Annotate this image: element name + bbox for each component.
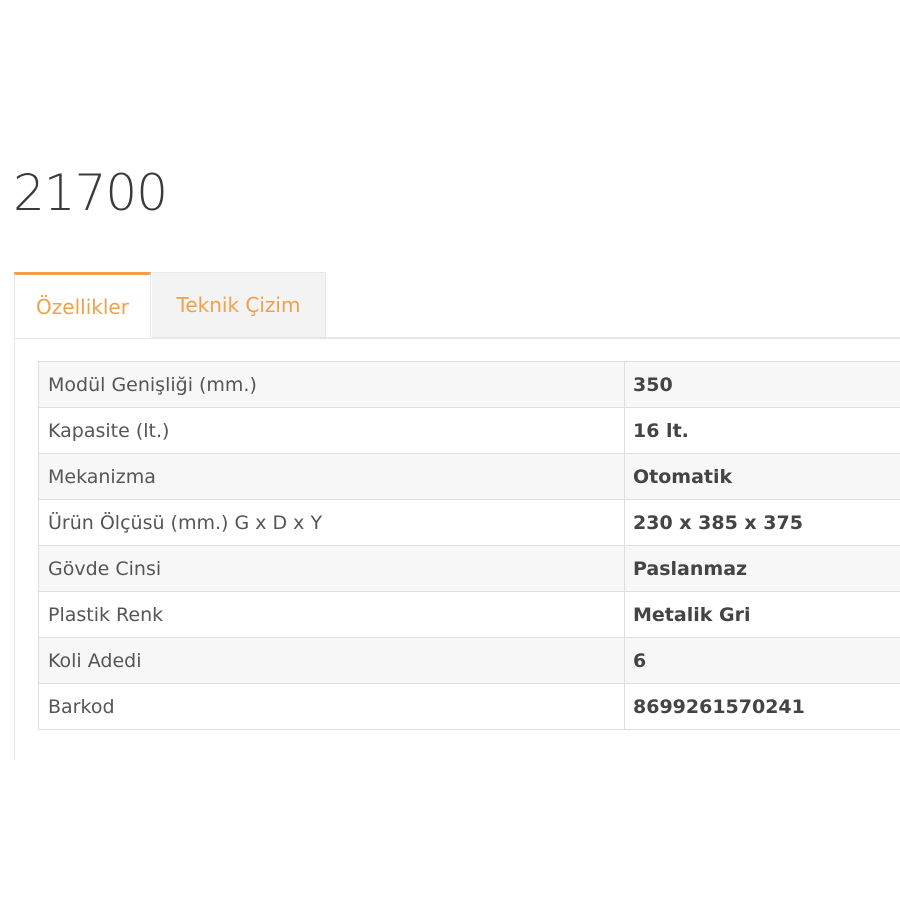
tab-bar: Özellikler Teknik Çizim (14, 272, 326, 338)
spec-label: Kapasite (lt.) (38, 407, 625, 454)
spec-label: Mekanizma (38, 453, 625, 500)
spec-label: Barkod (38, 683, 625, 730)
spec-value: 6 (624, 637, 900, 684)
table-row: Plastik Renk Metalik Gri (38, 591, 900, 638)
spec-value: 230 x 385 x 375 (624, 499, 900, 546)
spec-value: Metalik Gri (624, 591, 900, 638)
product-page: 21700 Özellikler Teknik Çizim Modül Geni… (0, 0, 900, 900)
tab-teknik-cizim[interactable]: Teknik Çizim (152, 272, 326, 338)
spec-label: Modül Genişliği (mm.) (38, 361, 625, 408)
spec-value: 350 (624, 361, 900, 408)
spec-table: Modül Genişliği (mm.) 350 Kapasite (lt.)… (38, 361, 900, 730)
table-row: Ürün Ölçüsü (mm.) G x D x Y 230 x 385 x … (38, 499, 900, 546)
spec-label: Ürün Ölçüsü (mm.) G x D x Y (38, 499, 625, 546)
tab-ozellikler[interactable]: Özellikler (14, 272, 151, 338)
page-title: 21700 (13, 164, 168, 222)
table-row: Koli Adedi 6 (38, 637, 900, 684)
spec-label: Plastik Renk (38, 591, 625, 638)
spec-label: Koli Adedi (38, 637, 625, 684)
table-row: Modül Genişliği (mm.) 350 (38, 361, 900, 408)
spec-value: 8699261570241 (624, 683, 900, 730)
table-row: Gövde Cinsi Paslanmaz (38, 545, 900, 592)
spec-value: Otomatik (624, 453, 900, 500)
spec-value: 16 lt. (624, 407, 900, 454)
spec-value: Paslanmaz (624, 545, 900, 592)
table-row: Kapasite (lt.) 16 lt. (38, 407, 900, 454)
table-row: Barkod 8699261570241 (38, 683, 900, 730)
spec-label: Gövde Cinsi (38, 545, 625, 592)
table-row: Mekanizma Otomatik (38, 453, 900, 500)
